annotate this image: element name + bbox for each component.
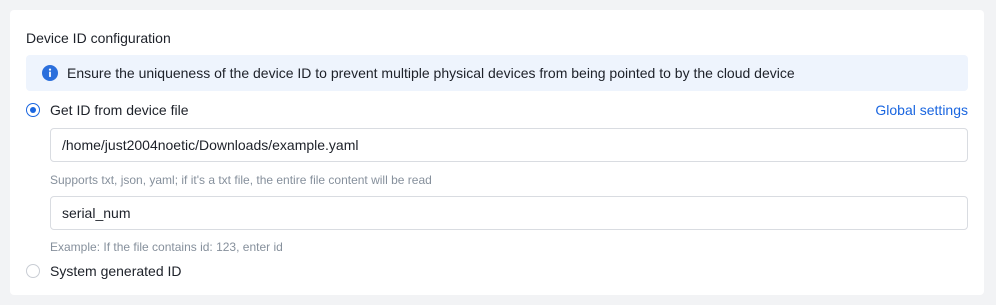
- radio-label-device-file[interactable]: Get ID from device file: [50, 101, 189, 119]
- file-path-input[interactable]: [50, 128, 968, 162]
- device-id-config-card: Device ID configuration Ensure the uniqu…: [10, 10, 984, 295]
- info-message: Ensure the uniqueness of the device ID t…: [67, 65, 795, 81]
- id-key-input[interactable]: [50, 196, 968, 230]
- radio-unchecked-icon[interactable]: [26, 264, 40, 278]
- global-settings-link[interactable]: Global settings: [875, 101, 968, 119]
- radio-option-device-file[interactable]: Get ID from device file: [26, 101, 189, 119]
- radio-label-system-generated[interactable]: System generated ID: [50, 262, 182, 280]
- info-banner: Ensure the uniqueness of the device ID t…: [26, 55, 968, 91]
- radio-option-system-generated[interactable]: System generated ID: [26, 262, 182, 280]
- id-key-hint: Example: If the file contains id: 123, e…: [50, 240, 283, 254]
- section-title: Device ID configuration: [26, 30, 171, 46]
- radio-checked-icon[interactable]: [26, 103, 40, 117]
- info-icon: [42, 65, 58, 81]
- file-path-hint: Supports txt, json, yaml; if it's a txt …: [50, 173, 432, 187]
